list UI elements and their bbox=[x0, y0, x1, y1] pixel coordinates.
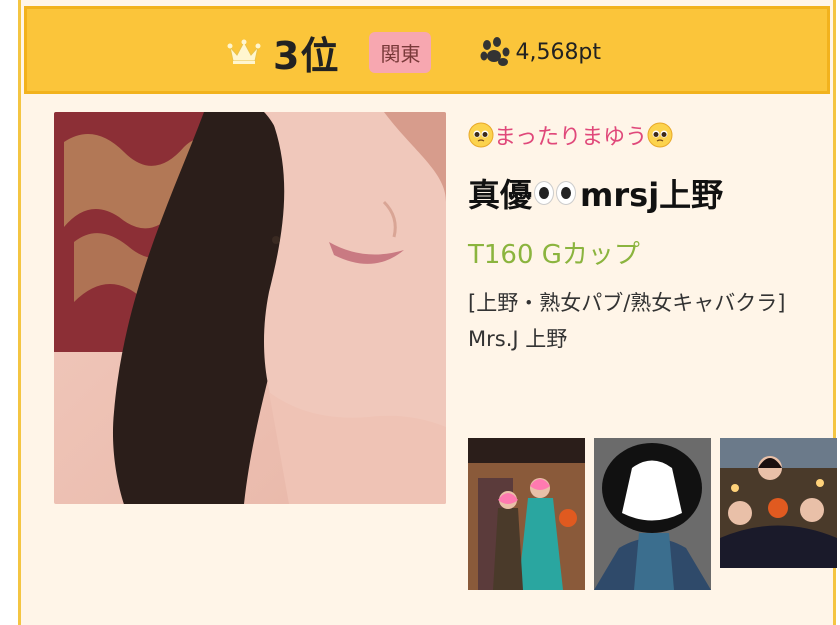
thumbnail-list bbox=[468, 438, 837, 590]
rank-label: 3位 bbox=[273, 33, 340, 78]
profile-photo-image bbox=[54, 112, 446, 504]
rank-header: 3位 関東 4,568pt bbox=[24, 6, 830, 94]
crown-icon bbox=[227, 39, 261, 64]
paw-icon bbox=[480, 37, 510, 66]
thumbnail-2[interactable] bbox=[594, 438, 711, 590]
eyes-icon bbox=[534, 181, 578, 205]
catchphrase: まったりまゆう bbox=[468, 118, 840, 152]
region-badge: 関東 bbox=[369, 31, 432, 73]
points-value: 4,568pt bbox=[515, 39, 602, 65]
shop-category[interactable]: [上野・熟女パブ/熟女キャバクラ] bbox=[468, 285, 838, 321]
profile-photo[interactable] bbox=[54, 112, 446, 504]
pleading-face-icon bbox=[647, 122, 673, 148]
thumbnail-1[interactable] bbox=[468, 438, 585, 590]
profile-info: まったりまゆう 真優 mrsj上野 T160 Gカップ [上野・熟女パブ/熟女キ… bbox=[468, 118, 840, 357]
ranking-card[interactable]: 3位 関東 4,568pt まったりまゆう 真優 mrsj上野 T160 Gカッ… bbox=[18, 0, 837, 625]
pleading-face-icon bbox=[468, 122, 494, 148]
thumbnail-3[interactable] bbox=[720, 438, 837, 568]
name-prefix: 真優 bbox=[468, 176, 533, 214]
girl-name[interactable]: 真優 mrsj上野 bbox=[468, 170, 840, 216]
name-suffix: mrsj上野 bbox=[580, 176, 724, 214]
size-info: T160 Gカップ bbox=[468, 240, 640, 270]
shop-name[interactable]: Mrs.J 上野 bbox=[468, 321, 838, 357]
catchphrase-text: まったりまゆう bbox=[494, 125, 648, 150]
